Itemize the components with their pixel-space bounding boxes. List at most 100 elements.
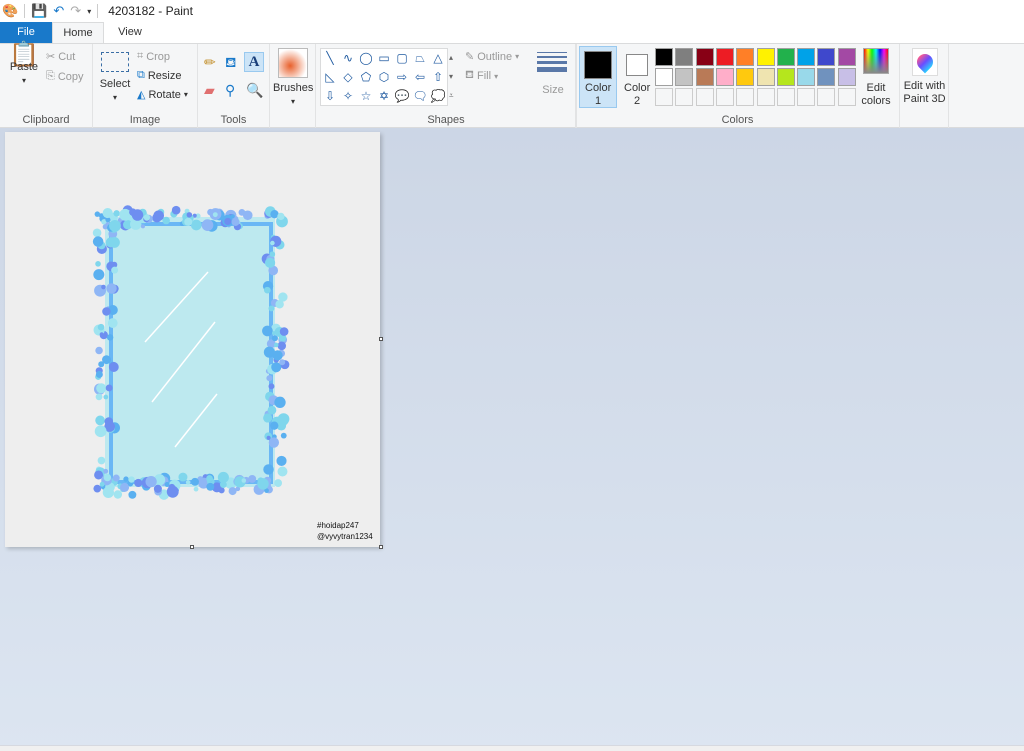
size-button[interactable]: Size [530, 44, 576, 128]
palette-swatch[interactable] [776, 48, 795, 66]
palette-swatch[interactable] [655, 88, 673, 106]
pencil-icon[interactable]: ✏ [204, 54, 216, 71]
edit-paint3d-button[interactable]: Edit with Paint 3D [900, 44, 949, 128]
clipboard-group: 📋 Paste ▾ ✂ Cut ⎘ Copy Clipboard [0, 43, 93, 128]
paint-dot [266, 435, 271, 440]
paint-dot [145, 476, 157, 488]
palette-swatch[interactable] [715, 88, 734, 106]
paste-button[interactable]: 📋 Paste ▾ [6, 43, 42, 87]
crop-button[interactable]: ⌗ Crop [137, 50, 170, 63]
paint-dot [94, 425, 107, 438]
paint-dot [171, 205, 181, 215]
resize-handle-corner[interactable] [379, 545, 383, 549]
resize-button[interactable]: ⧉ Resize [137, 69, 181, 82]
shape-item[interactable]: ⬡ [375, 68, 393, 87]
undo-icon[interactable]: ↶ [53, 3, 64, 19]
shape-item[interactable]: ✧ [339, 87, 357, 106]
palette-swatch[interactable] [736, 68, 755, 86]
paint-dot [279, 359, 286, 366]
palette-swatch[interactable] [797, 48, 816, 66]
resize-handle-bottom[interactable] [190, 545, 194, 549]
shape-item[interactable]: ✡ [375, 87, 393, 106]
shapes-scroll[interactable]: ▴ ▾ ⩡ [449, 48, 459, 105]
shape-item[interactable]: ∿ [339, 49, 357, 68]
palette-swatch[interactable] [837, 68, 856, 86]
palette-swatch[interactable] [817, 68, 836, 86]
shape-item[interactable]: ⇨ [393, 68, 411, 87]
save-icon[interactable]: 💾 [31, 3, 47, 19]
palette-swatch[interactable] [797, 68, 816, 86]
palette-swatch[interactable] [756, 88, 775, 106]
shape-item[interactable]: ◯ [357, 49, 375, 68]
copy-button[interactable]: ⎘ Copy [46, 70, 84, 83]
shape-item[interactable]: ▭ [375, 49, 393, 68]
color2-label: Color 2 [624, 82, 651, 107]
shape-item[interactable]: ╲ [321, 49, 339, 68]
palette-swatch[interactable] [756, 68, 775, 86]
paint-dot [262, 325, 273, 337]
shape-item[interactable]: ☆ [357, 87, 375, 106]
paint-dot [280, 432, 287, 439]
tab-file[interactable]: File [0, 22, 52, 43]
palette-swatch[interactable] [675, 68, 694, 86]
paint-dot [206, 482, 215, 491]
palette-swatch[interactable] [695, 88, 714, 106]
palette-swatch[interactable] [736, 48, 755, 66]
fill-bucket-icon[interactable]: ⛾ [225, 54, 236, 73]
fill-button[interactable]: ⛾ Fill ▾ [465, 69, 498, 83]
palette-swatch[interactable] [715, 48, 734, 66]
palette-swatch[interactable] [655, 68, 673, 86]
shape-item[interactable]: ⇧ [429, 68, 447, 87]
palette-swatch[interactable] [695, 68, 714, 86]
brushes-group[interactable]: Brushes ▾ [270, 44, 316, 128]
rotate-button[interactable]: ◭ Rotate ▾ [137, 88, 188, 102]
palette-swatch[interactable] [837, 48, 856, 66]
drawing-canvas[interactable]: #hoidap247 @vyvytran1234 [5, 132, 380, 547]
redo-icon[interactable]: ↷ [70, 3, 81, 19]
outline-button[interactable]: ✎ Outline ▾ [465, 50, 519, 64]
palette-swatch[interactable] [756, 48, 775, 66]
shape-item[interactable]: 🗨 [411, 87, 429, 106]
tab-view[interactable]: View [104, 22, 156, 43]
paint3d-label: Edit with Paint 3D [903, 80, 946, 105]
paint-dot [111, 266, 119, 274]
shape-item[interactable]: ⏢ [411, 49, 429, 68]
outline-label: Outline [477, 50, 513, 63]
palette-swatch[interactable] [736, 88, 755, 106]
palette-swatch[interactable] [817, 48, 836, 66]
text-tool-icon[interactable]: A [244, 52, 264, 72]
color1-button[interactable]: Color 1 [579, 46, 617, 108]
shape-item[interactable]: △ [429, 49, 447, 68]
palette-swatch[interactable] [797, 88, 816, 106]
palette-swatch[interactable] [776, 88, 795, 106]
palette-swatch[interactable] [675, 88, 694, 106]
palette-swatch[interactable] [837, 88, 856, 106]
select-button[interactable]: Select ▾ [97, 52, 133, 104]
cut-button[interactable]: ✂ Cut [46, 50, 75, 64]
palette-swatch[interactable] [695, 48, 714, 66]
shape-item[interactable]: ◺ [321, 68, 339, 87]
shape-item[interactable]: ⬠ [357, 68, 375, 87]
paint-dot [184, 217, 193, 226]
palette-swatch[interactable] [817, 88, 836, 106]
magnifier-icon[interactable]: 🔍 [246, 82, 263, 99]
palette-swatch[interactable] [655, 48, 673, 66]
shape-item[interactable]: ◇ [339, 68, 357, 87]
shape-item[interactable]: 💬 [393, 87, 411, 106]
color-picker-icon[interactable]: ⚲ [225, 82, 235, 99]
shape-item[interactable]: ⇩ [321, 87, 339, 106]
palette-swatch[interactable] [715, 68, 734, 86]
customize-toolbar-icon[interactable]: ▾ [87, 7, 91, 16]
resize-handle-right[interactable] [379, 337, 383, 341]
palette-swatch[interactable] [675, 48, 694, 66]
image-group: Select ▾ ⌗ Crop ⧉ Resize ◭ Rotate ▾ Image [93, 44, 198, 128]
shape-item[interactable]: 💭 [429, 87, 447, 106]
edit-colors-button[interactable]: Edit colors [858, 48, 894, 108]
paint-app-icon[interactable]: 🎨 [2, 3, 18, 19]
tab-home[interactable]: Home [52, 22, 104, 43]
color2-button[interactable]: Color 2 [618, 46, 656, 108]
eraser-icon[interactable]: ▰ [204, 82, 215, 99]
shape-item[interactable]: ▢ [393, 49, 411, 68]
shape-item[interactable]: ⇦ [411, 68, 429, 87]
palette-swatch[interactable] [776, 68, 795, 86]
